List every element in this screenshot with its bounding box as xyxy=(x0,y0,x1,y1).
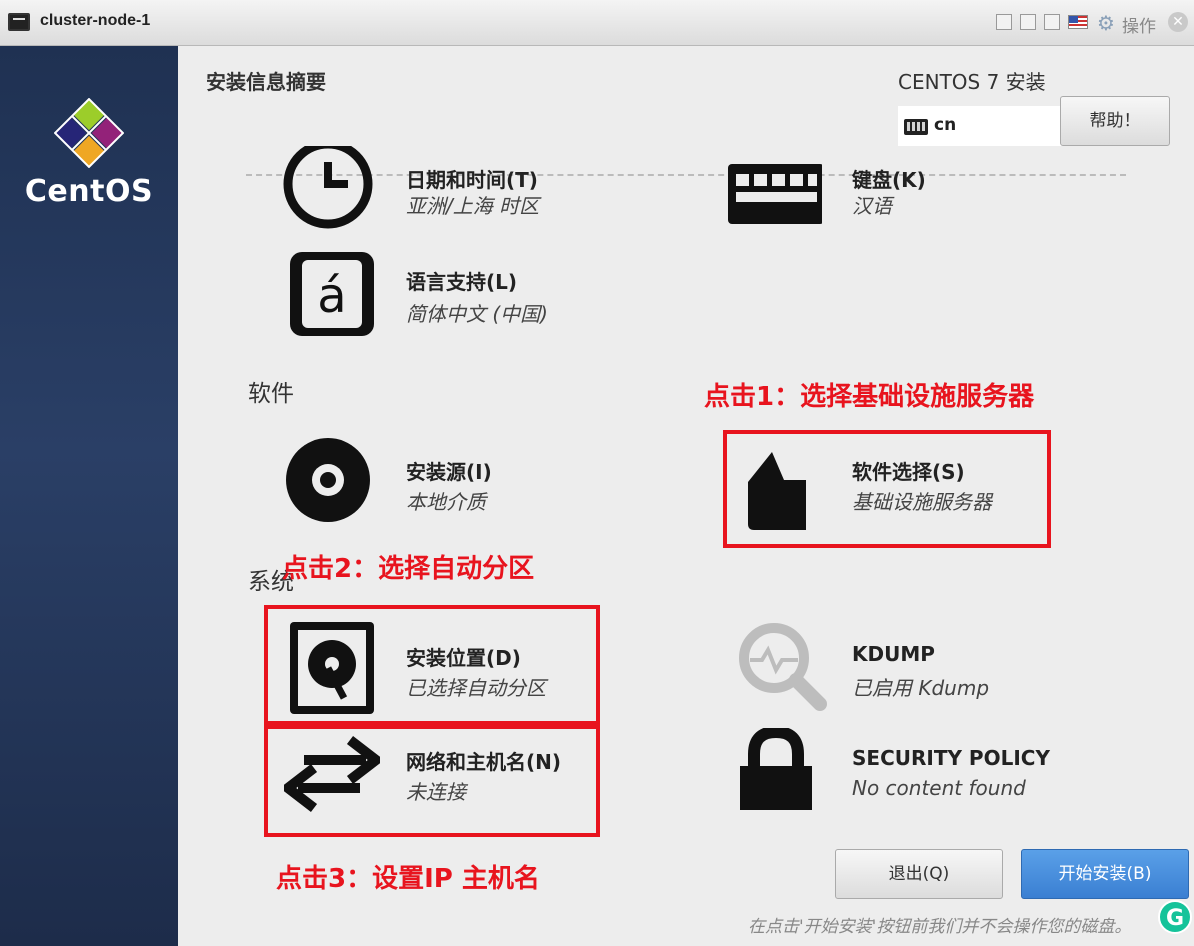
magnifier-icon xyxy=(739,623,827,711)
page-title: 安装信息摘要 xyxy=(206,70,326,94)
product-title: CENTOS 7 安装 xyxy=(898,70,1046,94)
highlight-box-software-selection xyxy=(723,430,1051,548)
window-title: cluster-node-1 xyxy=(40,12,151,29)
spoke-status: 简体中文 (中国) xyxy=(406,302,548,326)
spoke-title: 安装源(I) xyxy=(406,460,492,484)
begin-installation-button[interactable]: 开始安装(B) xyxy=(1021,849,1189,899)
close-icon[interactable]: ✕ xyxy=(1168,12,1188,32)
spoke-status: 本地介质 xyxy=(406,490,486,514)
footer-note: 在点击'开始安装'按钮前我们并不会操作您的磁盘。 xyxy=(748,917,1132,937)
centos-logo-text: CentOS xyxy=(24,174,154,209)
highlight-box-install-destination xyxy=(264,605,600,725)
svg-text:á: á xyxy=(317,268,346,324)
window-titlebar: cluster-node-1 ⚙ 操作 ✕ xyxy=(0,0,1194,46)
keyboard-layout-indicator[interactable]: cn xyxy=(898,106,1064,146)
annotation-step1: 点击1：选择基础设施服务器 xyxy=(704,382,1035,412)
centos-logo-icon xyxy=(54,98,124,168)
lock-icon xyxy=(740,728,812,810)
spoke-status: 亚洲/上海 时区 xyxy=(406,194,540,218)
keyboard-icon xyxy=(728,164,822,224)
spoke-title: 语言支持(L) xyxy=(406,270,518,294)
help-button[interactable]: 帮助！ xyxy=(1060,96,1170,146)
spoke-language[interactable]: á 语言支持(L) 简体中文 (中国) xyxy=(284,246,584,342)
spoke-install-source[interactable]: 安装源(I) 本地介质 xyxy=(284,434,584,530)
quit-button[interactable]: 退出(Q) xyxy=(835,849,1003,899)
flag-icon[interactable] xyxy=(1068,15,1088,29)
spoke-title: 日期和时间(T) xyxy=(406,168,538,192)
spoke-kdump[interactable]: KDUMP 已启用 Kdump xyxy=(736,620,1036,716)
highlight-box-network-hostname xyxy=(264,725,600,837)
spoke-datetime[interactable]: 日期和时间(T) 亚洲/上海 时区 xyxy=(278,146,578,242)
spoke-title: 键盘(K) xyxy=(852,168,926,192)
spoke-status: 已启用 Kdump xyxy=(852,676,990,700)
maximize-icon[interactable] xyxy=(1044,14,1060,30)
restore-icon[interactable] xyxy=(996,14,1012,30)
spoke-title: KDUMP xyxy=(852,642,935,666)
spoke-status: No content found xyxy=(852,776,1026,800)
language-icon: á xyxy=(290,252,374,336)
spoke-keyboard[interactable]: 键盘(K) 汉语 xyxy=(726,146,1026,242)
minimize-icon[interactable] xyxy=(1020,14,1036,30)
keyboard-small-icon xyxy=(904,119,928,135)
keyboard-layout-label: cn xyxy=(934,115,957,135)
spoke-title: SECURITY POLICY xyxy=(852,746,1050,770)
main-panel: 安装信息摘要 CENTOS 7 安装 cn 帮助！ 日期和时间(T) 亚洲/上海… xyxy=(178,46,1194,946)
gear-icon[interactable]: ⚙ xyxy=(1097,11,1115,35)
disc-icon xyxy=(286,438,370,522)
spoke-status: 汉语 xyxy=(852,194,892,218)
action-menu[interactable]: 操作 xyxy=(1122,12,1156,37)
grammarly-icon[interactable]: G xyxy=(1158,900,1192,934)
annotation-step3: 点击3：设置IP 主机名 xyxy=(276,864,540,894)
annotation-step2: 点击2：选择自动分区 xyxy=(282,554,535,584)
clock-icon xyxy=(283,146,373,229)
spoke-security-policy[interactable]: SECURITY POLICY No content found xyxy=(738,728,1058,824)
terminal-icon xyxy=(8,13,30,31)
section-software: 软件 xyxy=(248,381,294,407)
sidebar: CentOS xyxy=(0,46,178,946)
